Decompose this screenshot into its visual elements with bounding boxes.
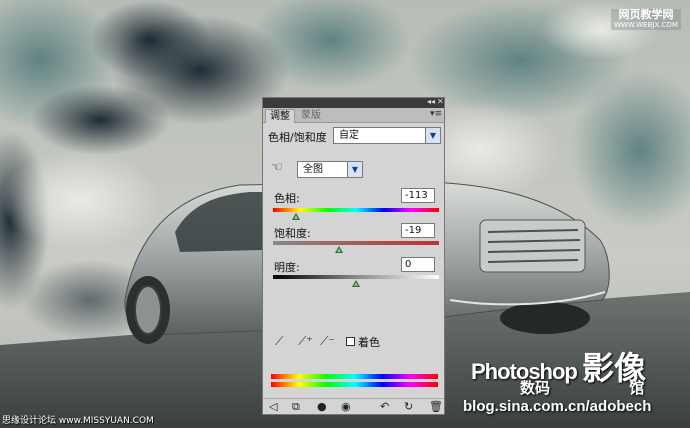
brand-blog-url: blog.sina.com.cn/adobech	[463, 398, 652, 415]
panel-menu-icon[interactable]: ▾≡	[430, 109, 442, 119]
back-arrow-icon[interactable]: ◁	[269, 401, 277, 413]
panel-footer: ◁ ⧉ ● ◉ ↶ ↻ 🗑	[263, 398, 444, 415]
tab-masks[interactable]: 蒙版	[297, 109, 325, 122]
eye-icon[interactable]: ◉	[341, 401, 351, 413]
preset-label: 色相/饱和度	[268, 131, 327, 144]
previous-state-icon[interactable]: ↶	[380, 401, 389, 413]
clip-layer-icon[interactable]: ⧉	[292, 401, 300, 413]
reset-icon[interactable]: ↻	[404, 401, 413, 413]
hue-slider-thumb[interactable]	[292, 213, 301, 220]
chevron-down-icon: ▼	[347, 162, 362, 177]
watermark-top: 网页教学网 WWW.WEBJX.COM	[611, 9, 681, 30]
visibility-toggle-icon[interactable]: ●	[317, 401, 327, 413]
adjustments-panel: ◂◂ ✕ 调整 蒙版 ▾≡ 色相/饱和度 自定 ▼ ☜ 全图 ▼ 色相: -11…	[262, 97, 445, 415]
lightness-slider-thumb[interactable]	[352, 280, 360, 287]
eyedropper-plus-icon[interactable]: ⟋⁺	[298, 334, 313, 348]
spectrum-bar-top	[271, 374, 438, 379]
eyedropper-icon[interactable]: ⟋	[275, 334, 289, 348]
channel-value: 全图	[303, 164, 323, 175]
saturation-slider-track[interactable]	[273, 241, 439, 245]
channel-select[interactable]: 全图 ▼	[297, 161, 363, 178]
panel-titlebar[interactable]: ◂◂ ✕	[263, 97, 444, 108]
brand-line2: 数码 馆	[520, 377, 644, 398]
saturation-slider-thumb[interactable]	[335, 246, 344, 253]
collapse-icon[interactable]: ◂◂	[427, 97, 435, 107]
close-icon[interactable]: ✕	[437, 97, 444, 107]
hue-value-field[interactable]: -113	[401, 188, 435, 203]
hand-adjust-icon[interactable]: ☜	[271, 160, 283, 175]
spectrum-bar-bottom	[271, 382, 438, 387]
colorize-checkbox[interactable]	[346, 337, 355, 346]
preset-select[interactable]: 自定 ▼	[333, 127, 441, 144]
saturation-label: 饱和度:	[274, 227, 311, 240]
eyedropper-minus-icon[interactable]: ⟋⁻	[320, 334, 335, 348]
lightness-slider-track[interactable]	[273, 275, 439, 279]
preset-value: 自定	[339, 130, 359, 141]
colorize-label: 着色	[358, 336, 380, 349]
hue-label: 色相:	[274, 192, 300, 205]
lightness-value-field[interactable]: 0	[401, 257, 435, 272]
photo-canvas: 网页教学网 WWW.WEBJX.COM ◂◂ ✕ 调整 蒙版 ▾≡ 色相/饱和度…	[0, 0, 690, 428]
watermark-top-line1: 网页教学网	[618, 8, 674, 21]
hue-slider-track[interactable]	[273, 208, 439, 212]
watermark-bottom: 思缘设计论坛 www.MISSYUAN.COM	[2, 416, 154, 426]
panel-tabs: 调整 蒙版 ▾≡	[263, 108, 444, 123]
saturation-value-field[interactable]: -19	[401, 223, 435, 238]
lightness-label: 明度:	[274, 261, 300, 274]
tab-adjustments[interactable]: 调整	[265, 109, 295, 123]
trash-icon[interactable]: 🗑	[429, 401, 443, 413]
chevron-down-icon: ▼	[425, 128, 440, 143]
watermark-top-line2: WWW.WEBJX.COM	[614, 21, 678, 29]
brand-guan: 馆	[629, 379, 645, 397]
brand-shuma: 数码	[520, 379, 551, 397]
